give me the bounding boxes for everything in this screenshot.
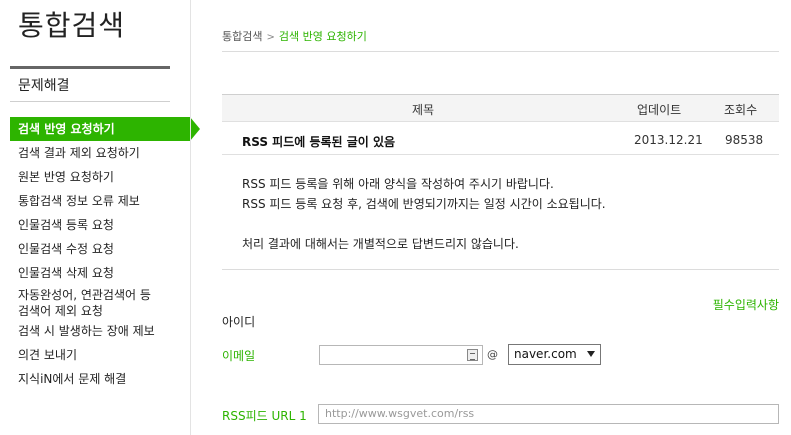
description-line: RSS 피드 등록을 위해 아래 양식을 작성하여 주시기 바랍니다. xyxy=(242,177,554,191)
rss-url-input[interactable]: http://www.wsgvet.com/rss xyxy=(318,404,779,424)
left-sidebar: 통합검색 문제해결 검색 반영 요청하기 검색 결과 제외 요청하기 원본 반영… xyxy=(0,0,200,435)
sidebar-divider xyxy=(190,0,191,435)
description-line: 처리 결과에 대해서는 개별적으로 답변드리지 않습니다. xyxy=(242,237,519,251)
row-title: RSS 피드에 등록된 글이 있음 xyxy=(242,135,396,149)
sidebar-item-person-register[interactable]: 인물검색 등록 요청 xyxy=(10,213,200,237)
sidebar-item-label: 지식iN에서 문제 해결 xyxy=(18,372,127,386)
at-sign: @ xyxy=(487,348,498,361)
sidebar-item-person-edit[interactable]: 인물검색 수정 요청 xyxy=(10,237,200,261)
sidebar-item-feedback[interactable]: 의견 보내기 xyxy=(10,343,200,367)
row-views: 98538 xyxy=(725,133,764,147)
breadcrumb-divider xyxy=(222,51,779,52)
sidebar-item-label: 원본 반영 요청하기 xyxy=(18,170,114,184)
sidebar-item-label: 통합검색 정보 오류 제보 xyxy=(18,194,140,208)
id-label: 아이디 xyxy=(222,315,256,329)
keyboard-icon[interactable] xyxy=(467,349,478,361)
column-header-title: 제목 xyxy=(412,103,435,117)
description-line: RSS 피드 등록 요청 후, 검색에 반영되기까지는 일정 시간이 소요됩니다… xyxy=(242,197,606,211)
section-header: 문제해결 xyxy=(10,66,170,102)
email-field[interactable] xyxy=(319,345,483,365)
sidebar-item-error-report[interactable]: 검색 시 발생하는 장애 제보 xyxy=(10,319,200,343)
sidebar-item-label: 검색 시 발생하는 장애 제보 xyxy=(18,324,155,338)
sidebar-item-person-delete[interactable]: 인물검색 삭제 요청 xyxy=(10,261,200,285)
table-header: 제목 업데이트 조회수 xyxy=(222,94,779,122)
content-divider xyxy=(222,269,779,270)
sidebar-item-search-reflect[interactable]: 검색 반영 요청하기 xyxy=(10,117,200,141)
email-label: 이메일 xyxy=(222,349,256,363)
sidebar-item-label: 인물검색 등록 요청 xyxy=(18,218,114,232)
sidebar-menu: 검색 반영 요청하기 검색 결과 제외 요청하기 원본 반영 요청하기 통합검색… xyxy=(10,117,200,391)
row-date: 2013.12.21 xyxy=(634,133,703,147)
sidebar-item-label: 검색 반영 요청하기 xyxy=(18,122,115,136)
chevron-down-icon xyxy=(587,351,595,357)
table-row: RSS 피드에 등록된 글이 있음 2013.12.21 98538 xyxy=(222,125,779,155)
breadcrumb-current: 검색 반영 요청하기 xyxy=(278,30,367,43)
column-header-updated: 업데이트 xyxy=(637,103,682,117)
sidebar-item-label: 의견 보내기 xyxy=(18,348,78,362)
email-domain-select[interactable]: naver.com xyxy=(508,344,601,365)
breadcrumb-separator-icon: > xyxy=(266,32,275,43)
description: RSS 피드 등록을 위해 아래 양식을 작성하여 주시기 바랍니다. RSS … xyxy=(242,174,606,254)
sidebar-item-label: 인물검색 삭제 요청 xyxy=(18,266,114,280)
sidebar-item-kin[interactable]: 지식iN에서 문제 해결 xyxy=(10,367,200,391)
email-domain-value: naver.com xyxy=(514,347,577,361)
sidebar-item-exclude-results[interactable]: 검색 결과 제외 요청하기 xyxy=(10,141,200,165)
sidebar-item-info-error[interactable]: 통합검색 정보 오류 제보 xyxy=(10,189,200,213)
sidebar-item-label: 인물검색 수정 요청 xyxy=(18,242,114,256)
rss-url-placeholder: http://www.wsgvet.com/rss xyxy=(325,407,475,420)
app-title[interactable]: 통합검색 xyxy=(18,4,125,44)
rss-url-label: RSS피드 URL 1 xyxy=(222,409,307,423)
sidebar-item-label: 검색 결과 제외 요청하기 xyxy=(18,146,140,160)
column-header-views: 조회수 xyxy=(724,103,758,117)
sidebar-item-source-reflect[interactable]: 원본 반영 요청하기 xyxy=(10,165,200,189)
breadcrumb: 통합검색 > 검색 반영 요청하기 xyxy=(222,28,367,44)
section-title: 문제해결 xyxy=(18,78,70,94)
required-note: 필수입력사항 xyxy=(712,298,779,312)
sidebar-item-label-line2: 검색어 제외 요청 xyxy=(18,304,103,318)
breadcrumb-root[interactable]: 통합검색 xyxy=(222,30,262,43)
sidebar-item-autocomplete-exclude[interactable]: 자동완성어, 연관검색어 등 검색어 제외 요청 xyxy=(10,285,200,319)
sidebar-item-label-line1: 자동완성어, 연관검색어 등 xyxy=(18,288,151,302)
